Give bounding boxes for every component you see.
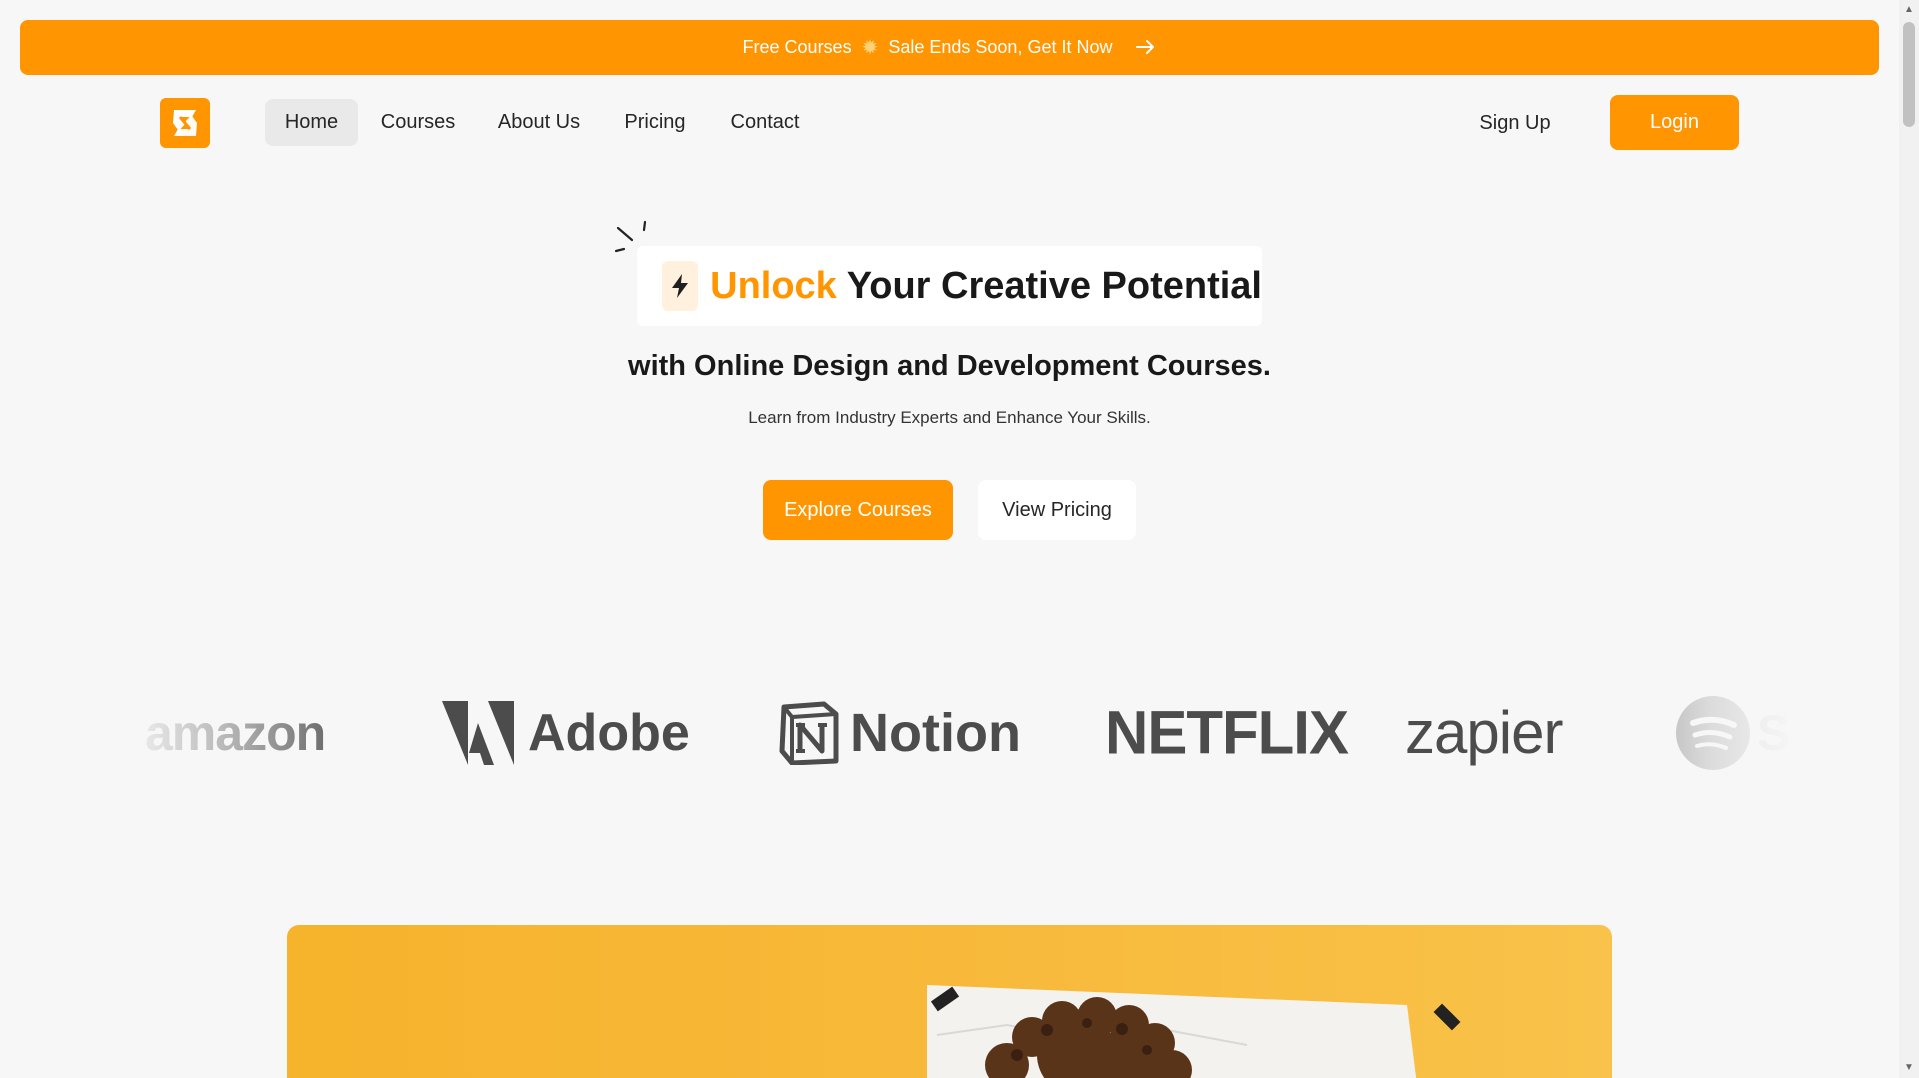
hero-image [287, 925, 1612, 1078]
netflix-logo: NETFLIX [1105, 689, 1349, 776]
hero-headline-box: Unlock Your Creative Potential [637, 246, 1262, 326]
lightning-bolt-icon [662, 261, 699, 311]
notion-wordmark: Notion [850, 702, 1021, 763]
headline-rest: Your Creative Potential [846, 264, 1262, 307]
nav-courses[interactable]: Courses [368, 99, 468, 146]
nav-contact[interactable]: Contact [710, 99, 820, 146]
view-pricing-button[interactable]: View Pricing [978, 480, 1136, 540]
login-button[interactable]: Login [1610, 95, 1739, 150]
sun-icon: ✹ [861, 37, 879, 59]
hero-tagline: Learn from Industry Experts and Enhance … [748, 408, 1151, 427]
hero-subheadline: with Online Design and Development Cours… [628, 350, 1271, 382]
hero-headline: Unlock Your Creative Potential [710, 265, 1262, 308]
scroll-up-arrow-icon[interactable]: ▲ [1904, 4, 1914, 15]
adobe-logo: Adobe [442, 690, 690, 775]
zapier-wordmark: zapier [1405, 699, 1563, 766]
scrollbar-thumb[interactable] [1903, 22, 1915, 127]
arrow-right-icon [1136, 35, 1156, 61]
nav-pricing[interactable]: Pricing [612, 99, 698, 146]
promo-text-right: Sale Ends Soon, Get It Now [888, 37, 1113, 57]
promo-banner[interactable]: Free Courses ✹ Sale Ends Soon, Get It No… [20, 20, 1879, 75]
nav-home[interactable]: Home [265, 99, 358, 146]
promo-text-left: Free Courses [742, 37, 852, 57]
vertical-scrollbar[interactable]: ▲ ▼ [1899, 0, 1919, 1078]
nav-about-us[interactable]: About Us [478, 99, 600, 146]
page: Free Courses ✹ Sale Ends Soon, Get It No… [0, 0, 1919, 1078]
netflix-wordmark: NETFLIX [1105, 698, 1349, 767]
sign-up-link[interactable]: Sign Up [1460, 99, 1570, 147]
adobe-wordmark: Adobe [528, 703, 690, 762]
notion-icon [779, 701, 839, 765]
brand-logo-icon[interactable] [160, 98, 210, 148]
headline-accent: Unlock [710, 264, 837, 307]
adobe-icon [442, 700, 514, 765]
notion-logo: Notion [778, 690, 1021, 775]
hero-photo-illustration [927, 985, 1461, 1078]
explore-courses-button[interactable]: Explore Courses [763, 480, 953, 540]
logo-strip-fade-left [120, 650, 350, 820]
scroll-down-arrow-icon[interactable]: ▼ [1904, 1062, 1914, 1073]
zapier-logo: zapier [1405, 690, 1563, 775]
logo-strip-fade-right [1600, 650, 1800, 820]
